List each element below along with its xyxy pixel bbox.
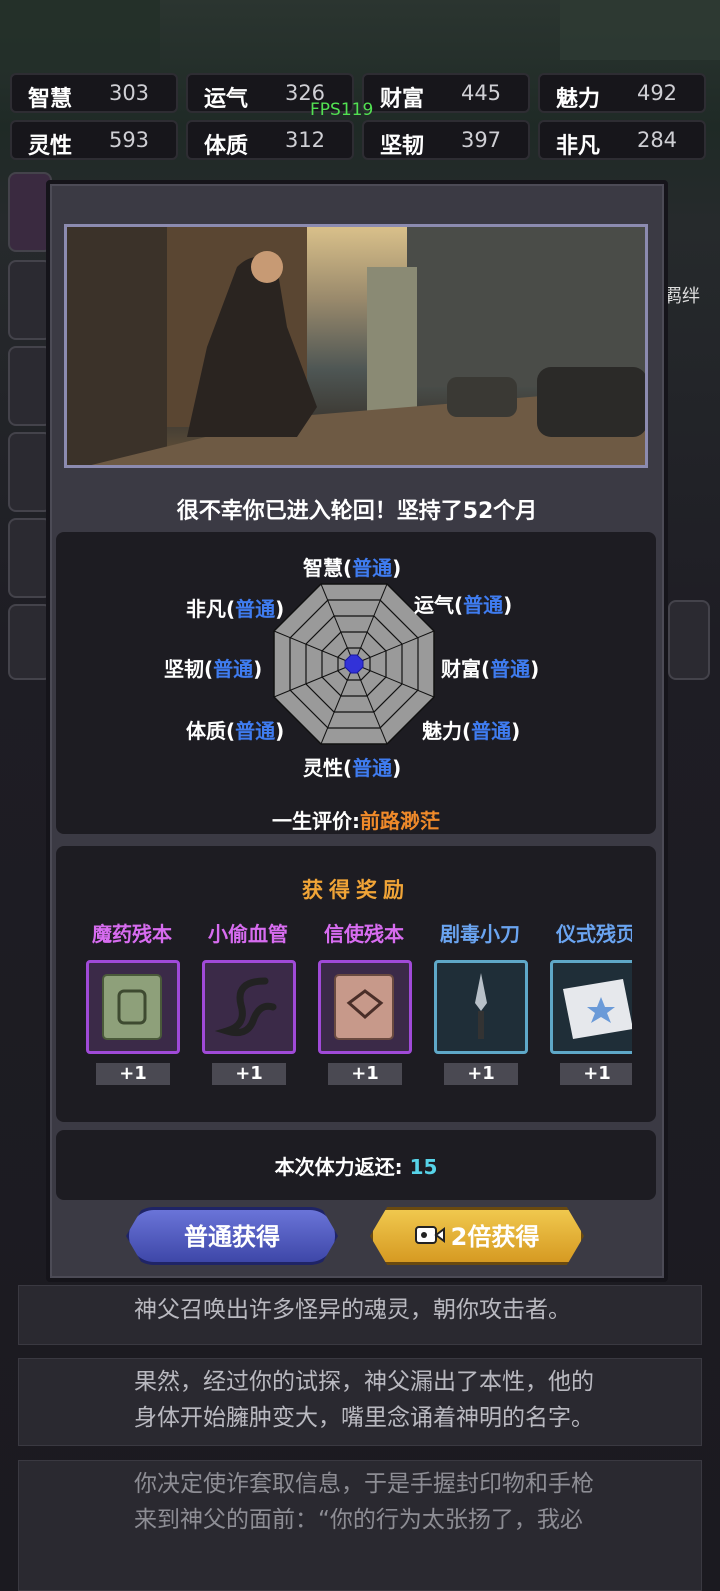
stat-value: 397 (460, 128, 502, 152)
life-evaluation: 一生评价:前路渺茫 (56, 805, 656, 834)
stat-label: 财富 (380, 87, 425, 112)
reward-card[interactable] (86, 960, 180, 1054)
rewards-title: 获得奖励 (302, 878, 410, 902)
stat-value: 492 (636, 81, 678, 105)
radar-label-constitution: 体质(普通) (186, 719, 285, 743)
stamina-return: 本次体力返还: 15 (56, 1151, 656, 1180)
story-line: 你决定使诈套取信息，于是手握封印物和手枪 (134, 1471, 594, 1497)
reward-card[interactable] (550, 960, 632, 1054)
reward-count: +1 (328, 1063, 402, 1085)
stat-value: 312 (284, 128, 326, 152)
stat-label: 坚韧 (380, 134, 425, 159)
reward-count: +1 (444, 1063, 518, 1085)
stat-label: 体质 (204, 134, 249, 159)
stat-constitution: 体质 312 (186, 120, 354, 160)
radar-grade: 普通 (463, 593, 504, 617)
stat-charm: 魅力 492 (538, 73, 706, 113)
story-line: 来到神父的面前：“你的行为太张扬了，我必 (134, 1507, 583, 1533)
radar-label-wealth: 财富(普通) (441, 657, 540, 681)
reward-card[interactable] (434, 960, 528, 1054)
reward-name: 信使残本 (324, 922, 404, 946)
stat-label: 非凡 (556, 134, 601, 159)
fps-counter: FPS119 (310, 100, 374, 120)
letter-scroll-icon (334, 974, 394, 1040)
radar-grade: 普通 (471, 719, 512, 743)
radar-chart (273, 583, 435, 745)
radar-label-wisdom: 智慧(普通) (303, 556, 402, 580)
radar-label-charm: 魅力(普通) (422, 719, 521, 743)
radar-label-spirituality: 灵性(普通) (303, 756, 402, 780)
radar-grade: 普通 (352, 756, 393, 780)
stat-label: 智慧 (28, 87, 73, 112)
radar-attr: 非凡 (186, 597, 226, 621)
stamina-value: 15 (409, 1155, 438, 1179)
reward-card[interactable] (318, 960, 412, 1054)
reward-name: 剧毒小刀 (440, 922, 520, 946)
reward-count: +1 (212, 1063, 286, 1085)
reward-name: 魔药残本 (92, 922, 172, 946)
scroll-icon (102, 974, 162, 1040)
background-building (560, 0, 720, 60)
radar-grade: 普通 (213, 657, 254, 681)
story-line: 神父召唤出许多怪异的魂灵，朝你攻击者。 (134, 1297, 571, 1323)
radar-attr: 财富 (441, 657, 481, 681)
reward-item[interactable]: 剧毒小刀 +1 (430, 918, 530, 1085)
radar-grade: 普通 (235, 719, 276, 743)
reward-card[interactable] (202, 960, 296, 1054)
stat-value: 284 (636, 128, 678, 152)
story-line: 果然，经过你的试探，神父漏出了本性，他的 (134, 1369, 594, 1395)
stat-tenacity: 坚韧 397 (362, 120, 530, 160)
stat-value: 303 (108, 81, 150, 105)
stat-wealth: 财富 445 (362, 73, 530, 113)
radar-attr: 智慧 (303, 556, 343, 580)
radar-grade: 普通 (235, 597, 276, 621)
vein-icon (214, 977, 277, 1037)
evaluation-value: 前路渺茫 (360, 809, 440, 833)
reward-name: 仪式残页 (556, 922, 632, 946)
reward-count: +1 (96, 1063, 170, 1085)
stat-wisdom: 智慧 303 (10, 73, 178, 113)
radar-grade: 普通 (490, 657, 531, 681)
radar-label-extraordinary: 非凡(普通) (186, 597, 285, 621)
stat-label: 运气 (204, 87, 249, 112)
reward-name: 小偷血管 (208, 922, 288, 946)
radar-attr: 体质 (186, 719, 226, 743)
radar-label-luck: 运气(普通) (414, 593, 513, 617)
evaluation-label: 一生评价: (272, 809, 360, 833)
reward-item[interactable]: 信使残本 +1 (314, 918, 414, 1085)
ritual-page-icon (563, 979, 632, 1039)
cycle-headline: 很不幸你已进入轮回！坚持了52个月 (176, 499, 538, 524)
scene-illustration (64, 224, 648, 468)
stat-label: 魅力 (556, 87, 601, 112)
rewards-list[interactable]: 魔药残本 +1 小偷血管 +1 信使残本 +1 剧毒小刀 +1 仪式残页 +1 (82, 918, 632, 1098)
radar-label-tenacity: 坚韧(普通) (164, 657, 263, 681)
stat-label: 灵性 (28, 134, 73, 159)
dagger-icon (475, 973, 487, 1039)
stat-value: 593 (108, 128, 150, 152)
side-slot[interactable] (668, 600, 710, 680)
video-icon (414, 1211, 445, 1265)
radar-attr: 魅力 (422, 719, 462, 743)
reward-item[interactable]: 小偷血管 +1 (198, 918, 298, 1085)
radar-grade: 普通 (352, 556, 393, 580)
reward-item[interactable]: 仪式残页 +1 (546, 918, 632, 1085)
stamina-label: 本次体力返还: (274, 1155, 403, 1179)
reward-count: +1 (560, 1063, 632, 1085)
reward-item[interactable]: 魔药残本 +1 (82, 918, 182, 1085)
double-claim-label: 2倍获得 (450, 1223, 540, 1251)
scene-illustration-art (67, 227, 645, 465)
double-claim-button[interactable]: 2倍获得 (370, 1207, 584, 1265)
stat-value: 445 (460, 81, 502, 105)
stat-extraordinary: 非凡 284 (538, 120, 706, 160)
bond-label[interactable]: 羁绊 (664, 282, 700, 308)
story-line: 身体开始臃肿变大，嘴里念诵着神明的名字。 (134, 1405, 594, 1431)
normal-claim-button[interactable]: 普通获得 (126, 1207, 338, 1265)
radar-attr: 运气 (414, 593, 454, 617)
stat-spirituality: 灵性 593 (10, 120, 178, 160)
background-building (0, 0, 160, 70)
radar-attr: 灵性 (303, 756, 343, 780)
radar-attr: 坚韧 (164, 657, 204, 681)
